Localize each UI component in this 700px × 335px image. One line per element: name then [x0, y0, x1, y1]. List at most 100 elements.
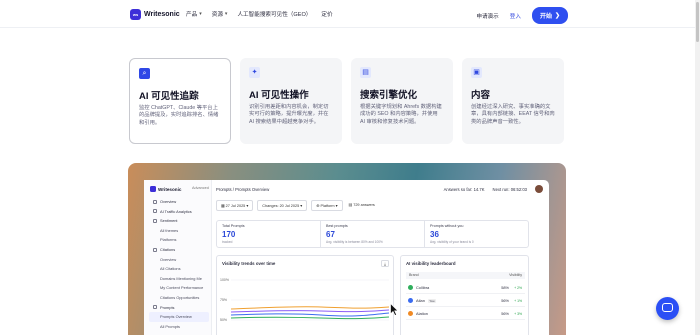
sidebar-item-label: AI Traffic Analytics [160, 208, 192, 214]
stat-note: Avg. visibility of your brand is 0 [430, 240, 474, 244]
login-link[interactable]: 登入 [510, 12, 521, 20]
changes-filter[interactable]: Changes: 20 Jul 2025 ▾ [257, 200, 308, 211]
answers-count: Answers so far: 14.7K [443, 186, 485, 192]
changes-filter-label: Changes: 20 Jul 2025 [262, 204, 300, 208]
answers-total-label: 729 answers [353, 203, 375, 207]
nav-item-pricing[interactable]: 定价 [321, 10, 332, 18]
avatar[interactable] [535, 185, 543, 193]
nav-item-resources[interactable]: 资源 ▾ [212, 10, 228, 18]
visibility-trend-card: Visibility trends over time ⤓ 100% 75% 5… [216, 255, 394, 335]
sidebar-item-label: All themes [160, 227, 179, 233]
sidebar-item[interactable]: Platforms [149, 235, 209, 245]
download-icon[interactable]: ⤓ [381, 260, 389, 267]
brand-name: Alation [416, 311, 428, 316]
sidebar-item-label: Citations Opportunities [160, 294, 200, 300]
y-tick: 50% [220, 318, 228, 322]
sidebar-item[interactable]: Overview [149, 255, 209, 265]
breadcrumb: Prompts / Prompts Overview [216, 187, 270, 192]
logo-mark-icon [150, 186, 156, 192]
menu-item-icon [153, 247, 157, 252]
page-scrollbar[interactable] [695, 0, 700, 335]
sidebar-item-label: Platforms [160, 237, 177, 243]
sidebar-item-label: Citations [160, 246, 176, 252]
nav-label: 资源 [211, 12, 223, 18]
brand-logo[interactable]: ws Writesonic [130, 9, 180, 20]
nav-label: 人工智能搜索可见性（GEO） [237, 12, 312, 18]
sidebar-item[interactable]: Prompts Overview [149, 312, 209, 322]
chat-widget-button[interactable] [656, 297, 679, 320]
sidebar-item[interactable]: Sentiment [149, 216, 209, 226]
stat-note: tracked [222, 240, 233, 244]
stat-label: Prompts without you [430, 224, 464, 228]
sidebar-item[interactable]: AI Traffic Analytics [149, 207, 209, 217]
leaderboard-row[interactable]: Atlan You 56% + 1% [406, 295, 525, 307]
brand-name: Collibra [416, 285, 430, 290]
next-run: Next run: 06:52:03 [492, 186, 527, 192]
stat-label: Best prompts [326, 224, 348, 228]
stat-value: 170 [222, 230, 236, 239]
sidebar-item-label: My Content Performance [160, 285, 204, 291]
leaderboard-header: Brand Visibility [406, 272, 525, 279]
nav-item-products[interactable]: 产品 ▾ [186, 10, 202, 18]
sidebar-item[interactable]: All themes [149, 226, 209, 236]
date-filter[interactable]: ▦ 27 Jul 2025 ▾ [216, 200, 254, 211]
app-window: Writesonic Advanced Overview AI Traffic A… [144, 180, 549, 335]
app-brand-name: Writesonic [158, 186, 182, 192]
stat-best-prompts: Best prompts 67 Avg. visibility is betwe… [321, 221, 425, 247]
app-header: Prompts / Prompts Overview Answers so fa… [216, 185, 549, 195]
sidebar-item[interactable]: Prompts [149, 303, 209, 313]
series-line [231, 309, 389, 313]
feature-card-visibility-actions[interactable]: ✦ AI 可见性操作 识别引用差距和内容机会，制定切实可行的策略，提升曝光度，并… [240, 58, 342, 144]
card-description: 识别引用差距和内容机会，制定切实可行的策略，提升曝光度，并在 AI 搜索结果中超… [249, 104, 329, 125]
visibility-value: 58% [501, 285, 509, 290]
visibility-delta: + 2% [514, 285, 522, 290]
visibility-delta: + 1% [514, 298, 522, 303]
leaderboard-row[interactable]: Alation 56% + 3% [406, 308, 525, 320]
sidebar-item-label: All Prompts [160, 323, 180, 329]
platform-filter[interactable]: ⊕ Platform ▾ [311, 200, 343, 211]
nav-actions: 申请演示 登入 开始 ❯ [476, 7, 568, 24]
sidebar-item-label: Prompts Overview [160, 314, 192, 320]
sidebar-item[interactable]: Overview [149, 197, 209, 207]
scrollbar-thumb[interactable] [696, 2, 699, 42]
answers-total: ▤ 729 answers [348, 203, 375, 207]
sidebar-item[interactable]: Citations [149, 245, 209, 255]
chat-bubble-icon [662, 303, 673, 312]
stats-panel: Total Prompts 170 tracked Best prompts 6… [216, 220, 529, 248]
filter-bar: ▦ 27 Jul 2025 ▾ Changes: 20 Jul 2025 ▾ ⊕… [216, 200, 377, 211]
nav-item-geo[interactable]: 人工智能搜索可见性（GEO） [237, 10, 311, 18]
sidebar-item-label: Overview [160, 256, 177, 262]
feature-card-visibility-tracking[interactable]: ⌕ AI 可见性追踪 监控 ChatGPT、Claude 等平台上的品牌提及，实… [129, 58, 231, 144]
chevron-right-icon: ❯ [554, 13, 560, 19]
content-icon: ▣ [471, 67, 482, 78]
leaderboard-title: AI visibility leaderboard [406, 261, 456, 266]
top-navigation: ws Writesonic 产品 ▾ 资源 ▾ 人工智能搜索可见性（GEO） 定… [0, 0, 700, 28]
request-demo-link[interactable]: 申请演示 [476, 12, 498, 20]
sidebar-item[interactable]: All Prompts [149, 322, 209, 332]
visibility-leaderboard: AI visibility leaderboard Brand Visibili… [400, 255, 529, 335]
platform-filter-label: Platform [320, 204, 335, 208]
plan-badge: Advanced [192, 186, 209, 190]
sidebar-item-label: Sentiment [160, 218, 178, 224]
main-nav: 产品 ▾ 资源 ▾ 人工智能搜索可见性（GEO） 定价 [186, 10, 333, 18]
feature-card-content[interactable]: ▣ 内容 创建经过深入研究、事实准确的文章，具有内部链接、EEAT 信号和肉类的… [462, 58, 564, 144]
start-button[interactable]: 开始 ❯ [531, 7, 568, 24]
feature-card-seo[interactable]: ▤ 搜索引擎优化 根据关键字规划和 Ahrefs 数据构建成功的 SEO 和内容… [351, 58, 453, 144]
sidebar-item[interactable]: All Citations [149, 264, 209, 274]
sidebar-item-label: Prompts [160, 304, 175, 310]
stat-prompts-without-you: Prompts without you 36 Avg. visibility o… [425, 221, 528, 247]
menu-item-icon [153, 199, 157, 204]
sidebar-item[interactable]: Domains Mentioning Me [149, 274, 209, 284]
app-sidebar: Writesonic Advanced Overview AI Traffic A… [144, 180, 212, 335]
stat-value: 36 [430, 230, 439, 239]
chevron-down-icon: ▾ [224, 11, 228, 17]
app-logo: Writesonic [150, 186, 181, 192]
nav-label: 定价 [321, 12, 333, 18]
y-tick: 100% [220, 278, 229, 282]
sidebar-item[interactable]: My Content Performance [149, 283, 209, 293]
start-button-label: 开始 [539, 14, 552, 20]
stat-label: Total Prompts [222, 224, 245, 228]
leaderboard-row[interactable]: Collibra 58% + 2% [406, 282, 525, 294]
sidebar-item[interactable]: Citations Opportunities [149, 293, 209, 303]
card-title: AI 可见性操作 [249, 90, 309, 101]
